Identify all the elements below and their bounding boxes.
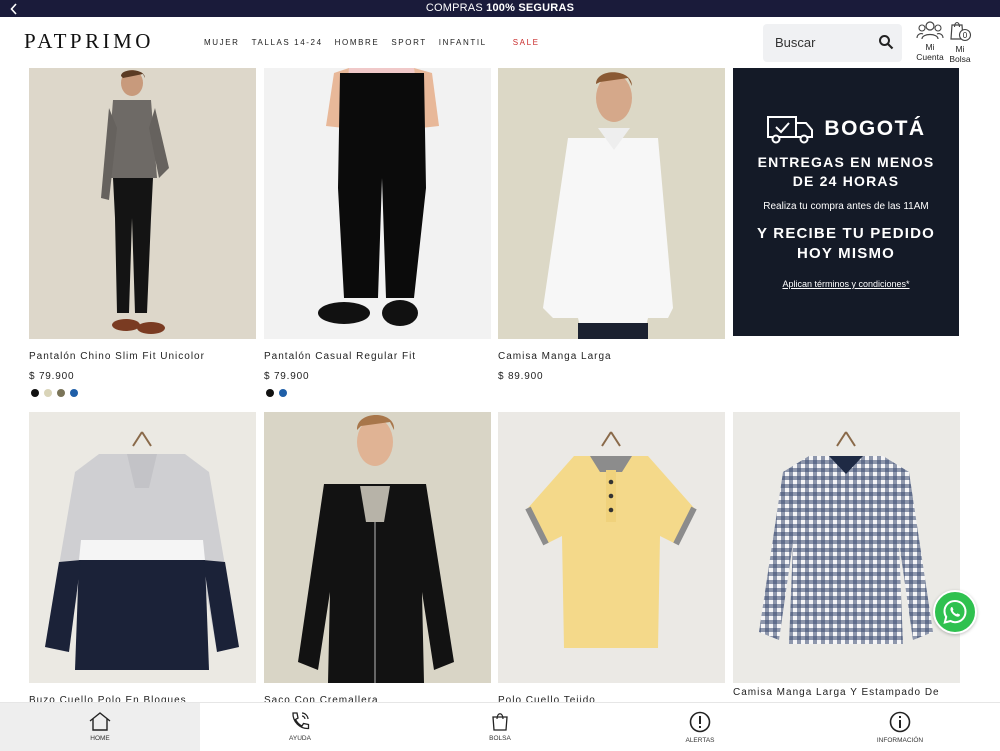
color-swatch-beige[interactable] [44, 389, 52, 397]
search-input[interactable]: Buscar [775, 35, 815, 50]
same-day-delivery-promo[interactable]: BOGOTÁ ENTREGAS EN MENOS DE 24 HORAS Rea… [733, 68, 959, 336]
account-label-2: Cuenta [916, 52, 944, 62]
delivery-truck-icon [767, 116, 814, 144]
tab-help-label: AYUDA [289, 735, 311, 742]
bag-label-2: Bolsa [949, 54, 971, 64]
product-name[interactable]: Pantalón Chino Slim Fit Unicolor [29, 351, 205, 362]
product-name[interactable]: Camisa Manga Larga [498, 351, 612, 362]
tab-info-label: INFORMACIÓN [876, 737, 924, 744]
tab-help[interactable]: AYUDA [200, 703, 400, 751]
nav-item-sale[interactable]: SALE [513, 38, 540, 47]
promo-city: BOGOTÁ [824, 117, 926, 140]
bag-button[interactable]: 0 Mi Bolsa [946, 19, 974, 64]
product-price: $ 89.900 [498, 371, 544, 382]
color-swatch-khaki[interactable] [57, 389, 65, 397]
nav-item-sport[interactable]: SPORT [391, 38, 426, 47]
product-image-polo[interactable] [498, 412, 725, 683]
color-swatch-black[interactable] [266, 389, 274, 397]
product-price: $ 79.900 [29, 371, 75, 382]
phone-icon [292, 712, 310, 730]
account-label-1: Mi [925, 42, 935, 52]
man-chino-pants-photo [101, 70, 169, 334]
nav-item-infantil[interactable]: INFANTIL [439, 38, 487, 47]
promo-subheadline-line-1: Y RECIBE TU PEDIDO [756, 225, 936, 242]
account-button[interactable]: Mi Cuenta [914, 19, 946, 62]
product-name[interactable]: Pantalón Casual Regular Fit [264, 351, 416, 362]
product-name[interactable]: Camisa Manga Larga Y Estampado De [733, 687, 940, 698]
gingham-shirt-photo [759, 431, 933, 644]
promo-cutoff: Realiza tu compra antes de las 11AM [763, 201, 929, 212]
shopping-bag-icon: 0 [950, 21, 972, 42]
bag-count: 0 [963, 31, 968, 40]
man-white-shirt-photo [543, 72, 673, 339]
brand-logo[interactable]: PATPRIMO [24, 29, 154, 54]
search-icon[interactable] [878, 34, 894, 50]
product-image-polo-sweater[interactable] [29, 412, 256, 683]
promo-headline: ENTREGAS EN MENOS DE 24 HORAS [733, 153, 959, 191]
whatsapp-chat-button[interactable] [933, 590, 977, 634]
promo-title: BOGOTÁ [733, 114, 959, 144]
product-image-shirt[interactable] [498, 68, 725, 339]
info-icon [889, 711, 911, 733]
promo-headline-line-1: ENTREGAS EN MENOS [757, 154, 935, 170]
product-image-casual-pants[interactable] [264, 68, 491, 339]
tab-bag[interactable]: BOLSA [400, 703, 600, 751]
bottom-tab-bar: HOME AYUDA BOLSA ALERTAS INFORMACIÓN [0, 702, 1000, 751]
tab-bag-label: BOLSA [489, 735, 511, 742]
banner-text: COMPRAS 100% SEGURAS [425, 2, 575, 14]
yellow-polo-photo [525, 431, 697, 648]
tab-alerts-label: ALERTAS [685, 737, 715, 744]
terms-link[interactable]: Aplican términos y condiciones* [733, 279, 959, 289]
main-nav: MUJER TALLAS 14-24 HOMBRE SPORT INFANTIL… [204, 38, 552, 47]
tab-alerts[interactable]: ALERTAS [600, 703, 800, 751]
product-price: $ 79.900 [264, 371, 310, 382]
color-swatch-black[interactable] [31, 389, 39, 397]
search-box[interactable]: Buscar [763, 24, 902, 62]
shopping-bag-icon [492, 713, 508, 731]
color-swatch-blue[interactable] [279, 389, 287, 397]
alert-icon [689, 711, 711, 733]
tab-home-label: HOME [90, 735, 110, 742]
block-polo-sweater-photo [45, 431, 239, 670]
product-image-check-shirt[interactable] [733, 412, 960, 683]
tab-home[interactable]: HOME [0, 703, 200, 751]
tab-info[interactable]: INFORMACIÓN [800, 703, 1000, 751]
whatsapp-icon [943, 599, 967, 624]
color-swatch-blue[interactable] [70, 389, 78, 397]
bag-label-1: Mi [955, 44, 965, 54]
promo-subheadline-line-2: HOY MISMO [796, 245, 896, 262]
nav-item-hombre[interactable]: HOMBRE [335, 38, 380, 47]
product-image-zip-jacket[interactable] [264, 412, 491, 683]
color-swatches [31, 389, 78, 397]
promo-subheadline: Y RECIBE TU PEDIDO HOY MISMO [733, 224, 959, 264]
secure-purchase-banner: COMPRAS 100% SEGURAS [0, 0, 1000, 17]
color-swatches [266, 389, 287, 397]
home-icon [89, 712, 111, 731]
black-pants-photo [318, 68, 439, 326]
promo-headline-line-2: DE 24 HORAS [792, 173, 900, 189]
users-icon [916, 21, 944, 40]
nav-item-mujer[interactable]: MUJER [204, 38, 240, 47]
nav-item-tallas[interactable]: TALLAS 14-24 [252, 38, 323, 47]
site-header: PATPRIMO MUJER TALLAS 14-24 HOMBRE SPORT… [0, 17, 1000, 69]
product-image-chino[interactable] [29, 68, 256, 339]
man-zip-cardigan-photo [298, 415, 454, 683]
